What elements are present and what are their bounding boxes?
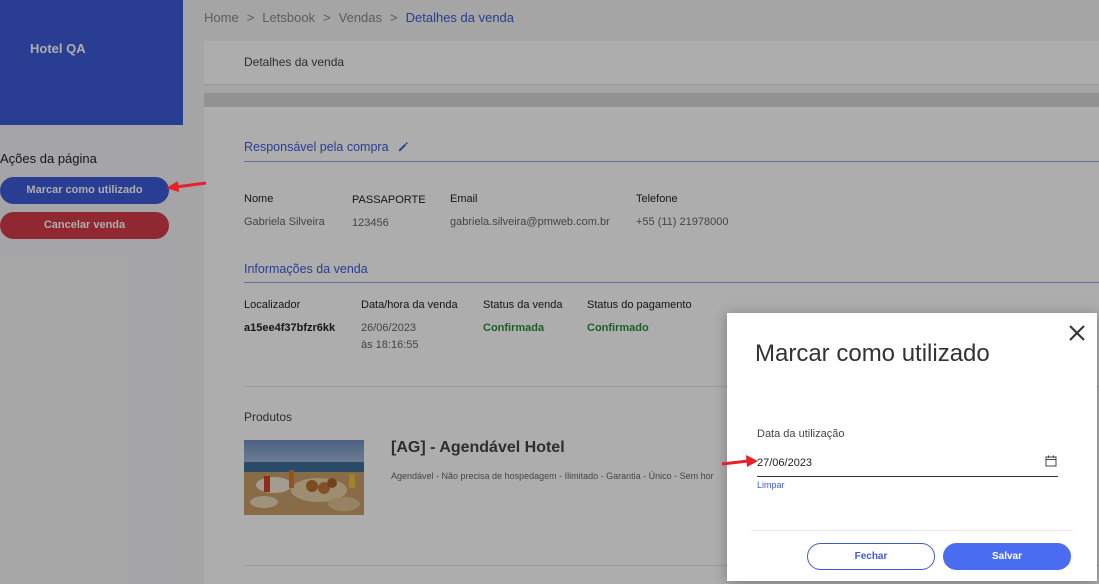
dialog-divider	[751, 530, 1073, 531]
clear-date-link[interactable]: Limpar	[757, 480, 785, 490]
close-icon[interactable]	[1067, 323, 1087, 343]
mark-as-used-dialog: Marcar como utilizado Data da utilização…	[727, 313, 1097, 581]
calendar-icon[interactable]	[1045, 455, 1057, 467]
save-button[interactable]: Salvar	[943, 543, 1071, 570]
close-button[interactable]: Fechar	[807, 543, 935, 570]
dialog-title: Marcar como utilizado	[755, 340, 990, 367]
usage-date-input[interactable]	[757, 450, 1058, 477]
annotation-arrow-icon	[166, 181, 207, 192]
usage-date-label: Data da utilização	[757, 428, 845, 440]
annotation-arrow-icon	[721, 455, 758, 467]
